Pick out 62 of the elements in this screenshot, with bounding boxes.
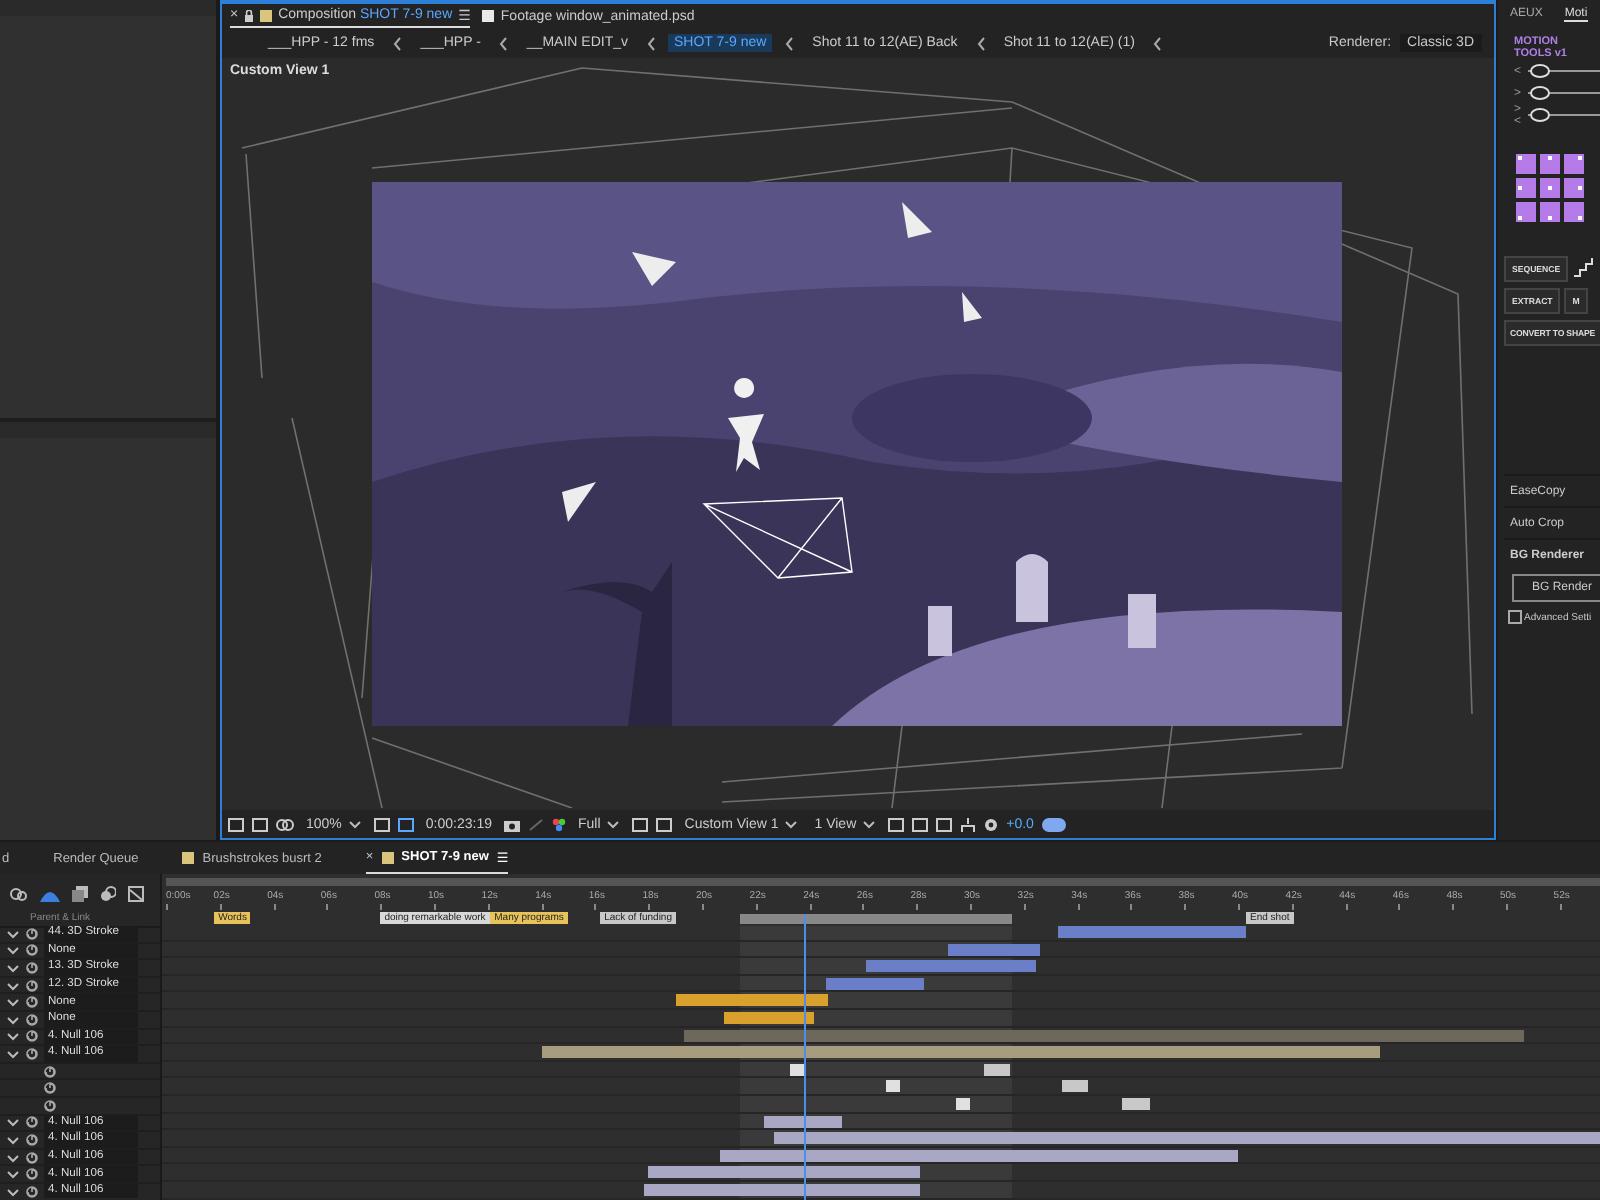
anchor-point-icon[interactable]: [1540, 178, 1560, 198]
comp-icon: [260, 9, 273, 21]
graph-icon[interactable]: [10, 885, 28, 901]
footage-icon: [482, 10, 495, 22]
pick-whip-icon[interactable]: [26, 927, 38, 940]
pick-whip-icon[interactable]: [26, 1185, 38, 1198]
pick-whip-icon[interactable]: [26, 1116, 38, 1129]
chevron-icon: [392, 35, 403, 51]
pick-whip-icon[interactable]: [26, 1030, 38, 1043]
layer-bar[interactable]: [723, 1012, 815, 1024]
comp-icon: [381, 851, 394, 863]
layer-bar[interactable]: [886, 1080, 901, 1093]
chevron-icon: [975, 35, 986, 51]
anchor-point-icon[interactable]: [1540, 202, 1560, 222]
anchor-point-icon[interactable]: [1564, 202, 1584, 222]
anchor-point-icon[interactable]: [1516, 202, 1536, 222]
anchor-point-icon[interactable]: [1564, 178, 1584, 198]
lock-icon: [244, 9, 255, 21]
mask-icon[interactable]: [100, 885, 116, 901]
chevron-icon: [1152, 35, 1163, 51]
slider[interactable]: [1529, 64, 1550, 78]
anchor-point-icon[interactable]: [1564, 154, 1584, 174]
pick-whip-icon[interactable]: [26, 1168, 38, 1181]
stairs-icon[interactable]: [1572, 256, 1597, 278]
mask-icon[interactable]: [276, 817, 294, 831]
pick-whip-icon[interactable]: [26, 1047, 38, 1060]
chevron-icon: [784, 35, 795, 51]
slider[interactable]: [1529, 108, 1550, 122]
pick-whip-icon[interactable]: [26, 996, 38, 1009]
settings-icon[interactable]: [984, 817, 999, 831]
graph-editor-icon[interactable]: [128, 885, 144, 901]
pick-whip-icon[interactable]: [26, 944, 38, 957]
anchor-point-icon[interactable]: [1516, 178, 1536, 198]
anchor-point-icon[interactable]: [1516, 154, 1536, 174]
layer-bar[interactable]: [720, 1149, 1238, 1162]
color-icon[interactable]: [552, 817, 566, 831]
layers-icon[interactable]: [72, 885, 88, 901]
pick-whip-icon[interactable]: [26, 979, 38, 992]
caret-icon: [606, 818, 621, 830]
pick-whip-icon[interactable]: [44, 1099, 56, 1112]
pick-whip-icon[interactable]: [26, 961, 38, 974]
slider[interactable]: [1529, 86, 1550, 100]
pick-whip-icon[interactable]: [26, 1151, 38, 1164]
pick-whip-icon[interactable]: [26, 1013, 38, 1026]
flowchart-icon[interactable]: [960, 817, 977, 831]
chevron-icon: [498, 35, 509, 51]
layer-bar[interactable]: [774, 1132, 1600, 1145]
layer-bar[interactable]: [1061, 1080, 1088, 1093]
pick-whip-icon[interactable]: [26, 1133, 38, 1146]
chevron-icon: [646, 35, 656, 51]
layer-bar[interactable]: [675, 994, 828, 1007]
caret-icon: [784, 818, 799, 830]
camera-icon[interactable]: [504, 817, 520, 831]
pick-whip-icon[interactable]: [44, 1082, 56, 1095]
anchor-point-icon[interactable]: [1540, 154, 1560, 174]
pick-whip-icon[interactable]: [44, 1065, 56, 1078]
fast-preview-toggle[interactable]: [1041, 817, 1066, 831]
comp-icon: [182, 852, 195, 864]
layer-bar[interactable]: [541, 1046, 1380, 1059]
layer-bar[interactable]: [648, 1166, 920, 1179]
caret-icon: [347, 818, 362, 830]
caret-icon: [862, 818, 877, 830]
